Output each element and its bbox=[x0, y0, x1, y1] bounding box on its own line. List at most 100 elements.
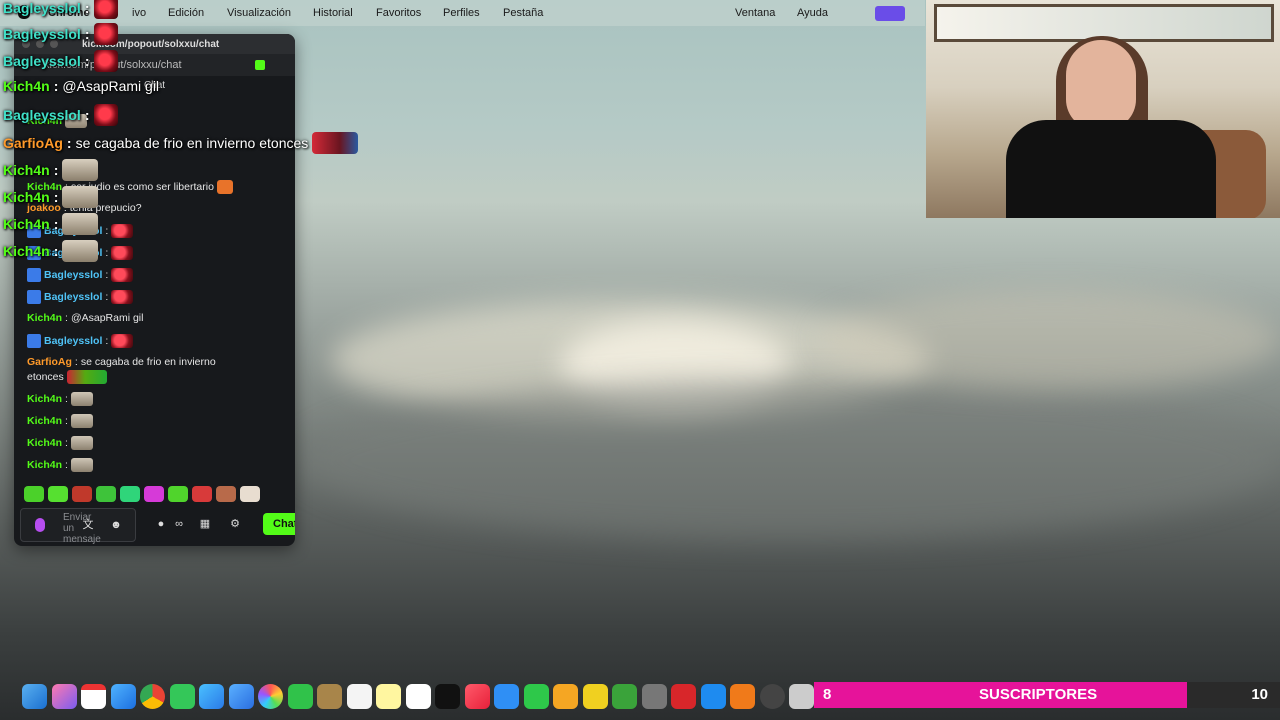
chat-username[interactable]: Kich4n bbox=[27, 312, 62, 324]
messages-icon[interactable] bbox=[169, 684, 195, 709]
app-store-icon[interactable] bbox=[700, 684, 726, 709]
maps-icon[interactable] bbox=[199, 684, 224, 709]
microphone-icon[interactable] bbox=[35, 518, 45, 532]
subscriber-goal-bar: 8 SUSCRIPTORES 10 bbox=[814, 682, 1280, 708]
emote-icon bbox=[70, 458, 93, 472]
menu-historial[interactable]: Historial bbox=[313, 7, 353, 19]
menu-perfiles[interactable]: Perfiles bbox=[443, 7, 480, 19]
emote-icon bbox=[70, 436, 93, 450]
chat-username[interactable]: Bagleysslol bbox=[44, 335, 102, 347]
notes-icon[interactable] bbox=[376, 684, 401, 709]
freeform-icon[interactable] bbox=[405, 684, 431, 709]
kick-extension-icon[interactable] bbox=[255, 60, 265, 70]
store-icon[interactable]: ▦ bbox=[198, 517, 212, 531]
translate-icon[interactable]: 文 bbox=[81, 518, 95, 532]
obs-icon[interactable] bbox=[759, 684, 785, 709]
minecraft-icon[interactable] bbox=[612, 684, 637, 709]
launchpad-icon[interactable] bbox=[51, 684, 77, 709]
verified-badge-icon bbox=[27, 290, 41, 304]
reminders-icon[interactable] bbox=[346, 684, 372, 709]
contacts-icon[interactable] bbox=[317, 684, 342, 709]
screen-share-icon[interactable] bbox=[875, 6, 905, 21]
chat-username[interactable]: Bagleysslol bbox=[44, 291, 102, 303]
apple-tv-icon[interactable] bbox=[435, 684, 460, 709]
app-icon[interactable] bbox=[789, 684, 814, 709]
overlay-username: Kich4n bbox=[3, 162, 50, 178]
finder-icon[interactable] bbox=[22, 684, 47, 709]
chrome-icon[interactable] bbox=[140, 684, 165, 709]
emote-button-icon[interactable] bbox=[48, 486, 68, 502]
pages-icon[interactable] bbox=[553, 684, 578, 709]
mail-icon[interactable] bbox=[228, 684, 254, 709]
calendar-icon[interactable] bbox=[81, 684, 106, 709]
emote-icon bbox=[62, 159, 99, 181]
send-chat-button[interactable]: Chat bbox=[263, 513, 295, 535]
chat-message-continued: etonces bbox=[27, 370, 107, 384]
chat-message: Kich4n: bbox=[27, 414, 93, 428]
people-icon[interactable]: ● bbox=[154, 517, 168, 531]
chat-message: Bagleysslol: bbox=[27, 334, 134, 348]
chat-message: Bagleysslol: bbox=[27, 268, 134, 282]
menu-archivo[interactable]: ivo bbox=[132, 7, 146, 19]
game-app-icon[interactable] bbox=[582, 684, 608, 709]
emoji-icon[interactable]: ☻ bbox=[109, 518, 123, 532]
emote-button-icon[interactable] bbox=[192, 486, 212, 502]
chat-text: se cagaba de frio en invierno bbox=[80, 356, 216, 368]
emote-icon bbox=[66, 370, 107, 384]
chat-message: Kich4n: @AsapRami gil bbox=[27, 312, 144, 324]
overlay-username: Bagleysslol bbox=[3, 26, 81, 42]
facetime-icon[interactable] bbox=[287, 684, 313, 709]
music-icon[interactable] bbox=[464, 684, 490, 709]
menu-ventana[interactable]: Ventana bbox=[735, 7, 775, 19]
chat-input[interactable]: Enviar un mensaje 文 ☻ bbox=[20, 508, 136, 545]
emote-icon bbox=[111, 290, 134, 304]
emote-button-icon[interactable] bbox=[168, 486, 188, 502]
menu-bar: Chrome ivo Edición Visualización Histori… bbox=[0, 0, 925, 26]
keynote-icon[interactable] bbox=[494, 684, 519, 709]
webcam-person-face bbox=[1066, 40, 1136, 130]
menu-visualizacion[interactable]: Visualización bbox=[227, 7, 291, 19]
chat-username[interactable]: GarfioAg bbox=[27, 356, 72, 368]
emote-button-icon[interactable] bbox=[144, 486, 164, 502]
overlay-username: Bagleysslol bbox=[3, 107, 81, 123]
emote-button-icon[interactable] bbox=[24, 486, 44, 502]
emote-button-icon[interactable] bbox=[72, 486, 92, 502]
menu-ayuda[interactable]: Ayuda bbox=[797, 7, 828, 19]
chat-message: Kich4n: bbox=[27, 392, 93, 406]
menu-pestana[interactable]: Pestaña bbox=[503, 7, 543, 19]
emote-icon bbox=[93, 104, 118, 126]
emote-button-icon[interactable] bbox=[120, 486, 140, 502]
chat-text: etonces bbox=[27, 371, 64, 383]
infinity-icon[interactable]: ∞ bbox=[172, 517, 186, 531]
emote-quick-bar bbox=[24, 486, 260, 502]
gear-icon[interactable]: ⚙ bbox=[228, 517, 242, 531]
overlay-message: Kich4n: bbox=[3, 186, 99, 208]
overlay-text: @AsapRami gil bbox=[62, 78, 160, 94]
csgo-icon[interactable] bbox=[641, 684, 667, 709]
chat-username[interactable]: Kich4n bbox=[27, 393, 62, 405]
subscriber-label: SUSCRIPTORES bbox=[979, 686, 1098, 703]
chat-text: @AsapRami gil bbox=[70, 312, 144, 324]
menu-edicion[interactable]: Edición bbox=[168, 7, 204, 19]
chat-username[interactable]: Bagleysslol bbox=[44, 269, 102, 281]
chat-username[interactable]: Kich4n bbox=[27, 415, 62, 427]
numbers-icon[interactable] bbox=[523, 684, 549, 709]
app-red-icon[interactable] bbox=[671, 684, 696, 709]
overlay-message: Bagleysslol: bbox=[3, 50, 118, 72]
overlay-username: GarfioAg bbox=[3, 135, 63, 151]
safari-icon[interactable] bbox=[110, 684, 136, 709]
emote-icon bbox=[93, 50, 118, 72]
verified-badge-icon bbox=[27, 334, 41, 348]
emote-button-icon[interactable] bbox=[96, 486, 116, 502]
fl-studio-icon[interactable] bbox=[730, 684, 755, 709]
overlay-username: Bagleysslol bbox=[3, 0, 81, 16]
chat-username[interactable]: Kich4n bbox=[27, 437, 62, 449]
emote-icon bbox=[216, 180, 233, 194]
menu-favoritos[interactable]: Favoritos bbox=[376, 7, 421, 19]
chat-message: Kich4n: bbox=[27, 458, 93, 472]
photos-icon[interactable] bbox=[258, 684, 283, 709]
chat-username[interactable]: Kich4n bbox=[27, 459, 62, 471]
emote-button-icon[interactable] bbox=[216, 486, 236, 502]
emote-button-icon[interactable] bbox=[240, 486, 260, 502]
overlay-message: Kich4n: bbox=[3, 159, 99, 181]
